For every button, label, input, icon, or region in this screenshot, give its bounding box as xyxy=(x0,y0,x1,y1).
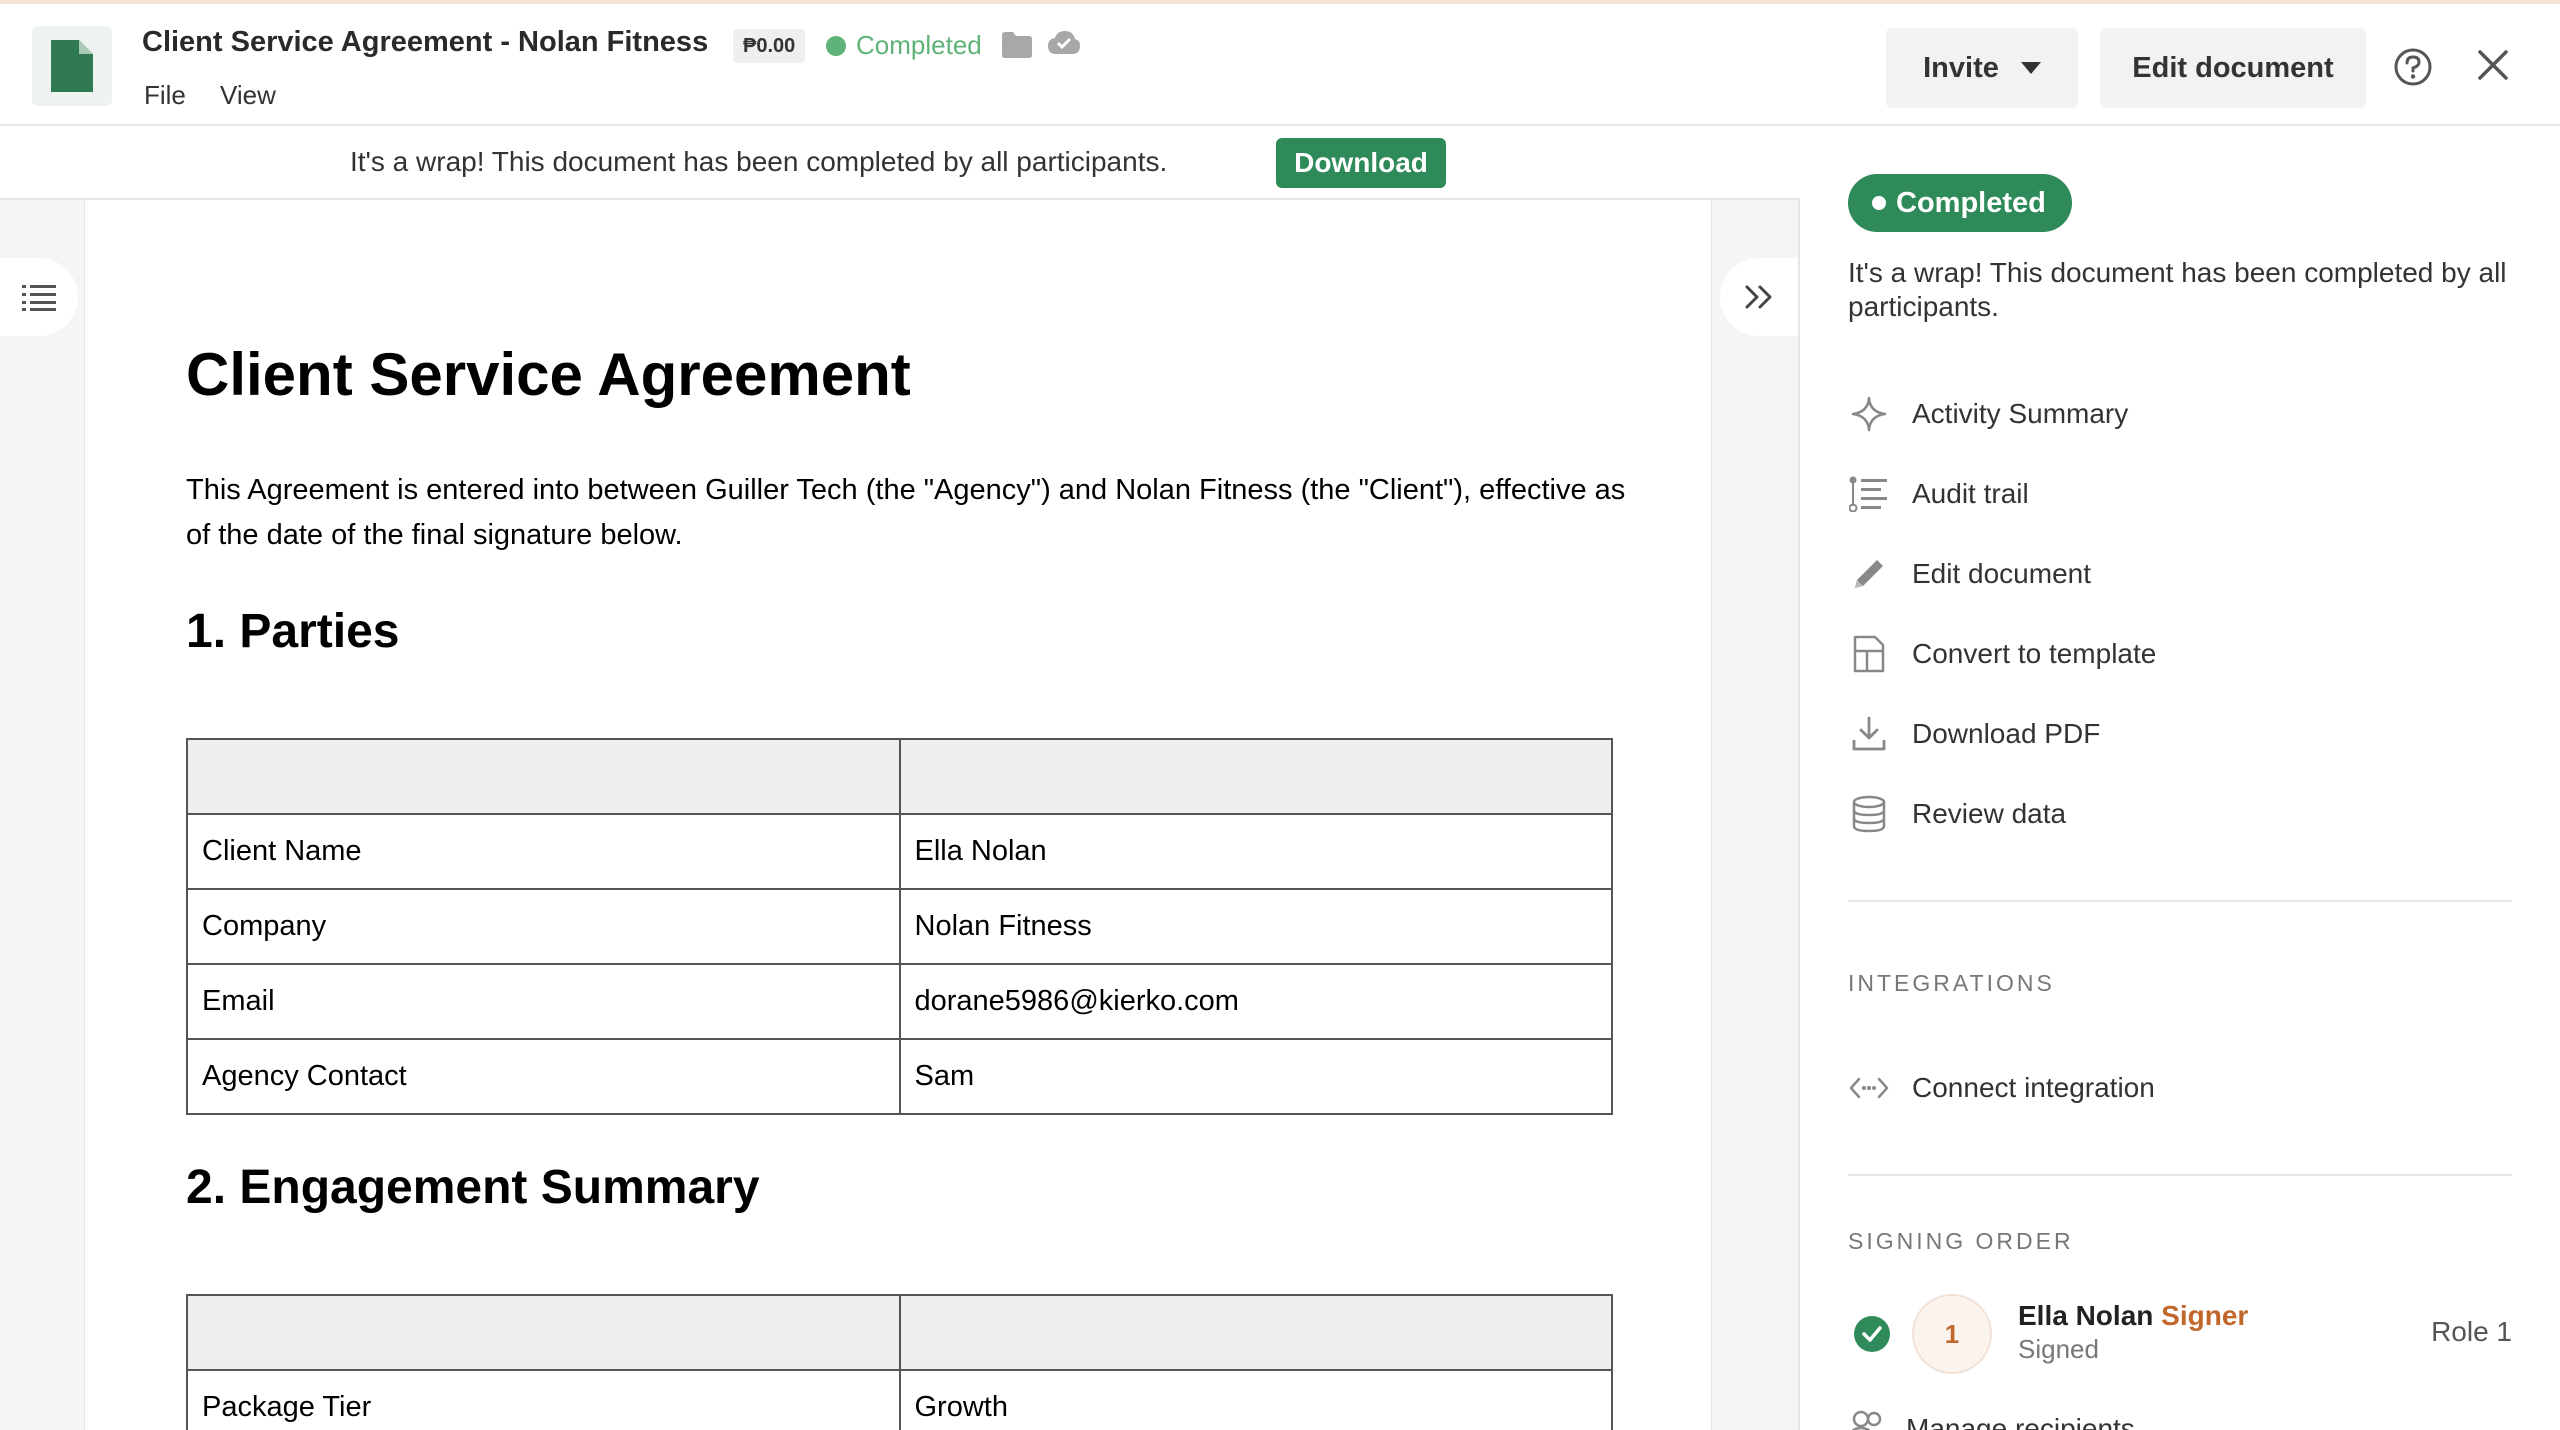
section-heading-engagement: 2. Engagement Summary xyxy=(186,1161,760,1214)
connect-integration-button[interactable]: Connect integration xyxy=(1848,1064,2155,1112)
action-label: Edit document xyxy=(1912,558,2091,589)
table-of-contents-toggle[interactable] xyxy=(0,258,78,336)
divider xyxy=(1848,1174,2512,1176)
status-label: Completed xyxy=(856,30,982,60)
table-cell: Client Name xyxy=(186,813,901,890)
status-badge: Completed xyxy=(1848,174,2072,232)
code-brackets-icon xyxy=(1848,1067,1890,1109)
collapse-panel-toggle[interactable] xyxy=(1720,258,1798,336)
sparkle-icon xyxy=(1848,393,1890,435)
chevron-down-icon xyxy=(2020,62,2041,74)
download-icon xyxy=(1848,713,1890,755)
signing-order-label: SIGNING ORDER xyxy=(1848,1228,2074,1254)
pencil-icon xyxy=(1848,553,1890,595)
check-circle-icon xyxy=(1854,1316,1890,1357)
close-icon[interactable] xyxy=(2476,48,2510,87)
document-viewer[interactable]: Client Service Agreement This Agreement … xyxy=(0,200,1800,1430)
action-activity-summary[interactable]: Activity Summary xyxy=(1848,390,2128,438)
table-header-cell xyxy=(898,738,1613,815)
status-badge-label: Completed xyxy=(1896,186,2046,219)
document-intro: This Agreement is entered into between G… xyxy=(186,474,1626,551)
table-cell: Package Tier xyxy=(186,1369,901,1430)
table-cell: dorane5986@kierko.com xyxy=(898,963,1613,1040)
invite-label: Invite xyxy=(1923,51,1999,84)
table-header-row xyxy=(186,1294,1613,1371)
audit-list-icon xyxy=(1848,473,1890,515)
document-icon[interactable] xyxy=(32,26,112,106)
action-review-data[interactable]: Review data xyxy=(1848,790,2066,838)
integrations-label: INTEGRATIONS xyxy=(1848,970,2055,996)
status-dot-icon xyxy=(826,35,846,56)
database-icon xyxy=(1848,793,1890,835)
table-cell: Company xyxy=(186,888,901,965)
folder-icon[interactable] xyxy=(1002,32,1032,63)
action-edit-document[interactable]: Edit document xyxy=(1848,550,2091,598)
list-icon xyxy=(22,285,56,311)
table-header-cell xyxy=(898,1294,1613,1371)
signer-role-label: Role 1 xyxy=(2431,1316,2512,1347)
signer-name: Ella Nolan Signer xyxy=(2018,1300,2248,1332)
status-indicator: Completed xyxy=(826,30,982,61)
table-header-cell xyxy=(186,1294,901,1371)
double-chevron-right-icon xyxy=(1745,285,1772,309)
action-label: Convert to template xyxy=(1912,638,2157,669)
table-row: Agency Contact Sam xyxy=(186,1038,1613,1115)
signer-order-badge: 1 xyxy=(1912,1294,1992,1374)
action-label: Download PDF xyxy=(1912,718,2101,749)
table-cell: Agency Contact xyxy=(186,1038,901,1115)
menu-view[interactable]: View xyxy=(220,80,276,111)
table-header-row xyxy=(186,738,1613,815)
document-page: Client Service Agreement This Agreement … xyxy=(84,200,1712,1430)
panel-message: It's a wrap! This document has been comp… xyxy=(1848,257,2507,322)
manage-recipients-button[interactable]: Manage recipients xyxy=(1848,1410,2135,1430)
edit-document-button[interactable]: Edit document xyxy=(2100,28,2366,108)
table-cell: Sam xyxy=(898,1038,1613,1115)
price-badge: ₱0.00 xyxy=(733,29,806,63)
table-row: Client Name Ella Nolan xyxy=(186,813,1613,890)
table-cell: Growth xyxy=(898,1369,1613,1430)
signer-name-text: Ella Nolan xyxy=(2018,1300,2154,1331)
table-row: Company Nolan Fitness xyxy=(186,888,1613,965)
table-row: Package Tier Growth xyxy=(186,1369,1613,1430)
action-label: Audit trail xyxy=(1912,478,2029,509)
table-cell: Email xyxy=(186,963,901,1040)
table-cell: Nolan Fitness xyxy=(898,888,1613,965)
action-convert-template[interactable]: Convert to template xyxy=(1848,630,2156,678)
connect-integration-label: Connect integration xyxy=(1912,1072,2155,1103)
document-title: Client Service Agreement - Nolan Fitness xyxy=(142,26,709,58)
table-cell: Ella Nolan xyxy=(898,813,1613,890)
signer-row[interactable]: 1 Ella Nolan Signer Signed Role 1 xyxy=(1848,1294,2512,1374)
completion-banner: It's a wrap! This document has been comp… xyxy=(0,126,1800,200)
banner-download-button[interactable]: Download xyxy=(1276,138,1446,188)
section-heading-parties: 1. Parties xyxy=(186,605,400,658)
signer-status: Signed xyxy=(2018,1334,2099,1364)
users-icon xyxy=(1848,1410,1884,1430)
table-header-cell xyxy=(186,738,901,815)
banner-message: It's a wrap! This document has been comp… xyxy=(350,146,1168,177)
signer-role: Signer xyxy=(2161,1300,2249,1331)
document-heading: Client Service Agreement xyxy=(186,341,911,408)
action-download-pdf[interactable]: Download PDF xyxy=(1848,710,2100,758)
manage-recipients-label: Manage recipients xyxy=(1906,1412,2135,1430)
divider xyxy=(1848,900,2512,902)
menu-file[interactable]: File xyxy=(144,80,186,111)
side-panel: Completed It's a wrap! This document has… xyxy=(1802,126,2560,1430)
parties-table: Client Name Ella Nolan Company Nolan Fit… xyxy=(186,738,1613,1115)
action-label: Activity Summary xyxy=(1912,398,2129,429)
top-bar: Client Service Agreement - Nolan Fitness… xyxy=(0,0,2560,126)
action-audit-trail[interactable]: Audit trail xyxy=(1848,470,2029,518)
status-dot-icon xyxy=(1872,196,1886,210)
help-icon[interactable] xyxy=(2394,48,2432,91)
invite-button[interactable]: Invite xyxy=(1886,28,2078,108)
table-row: Email dorane5986@kierko.com xyxy=(186,963,1613,1040)
template-icon xyxy=(1848,633,1890,675)
action-label: Review data xyxy=(1912,798,2067,829)
cloud-check-icon xyxy=(1048,30,1080,61)
engagement-table: Package Tier Growth xyxy=(186,1294,1613,1430)
